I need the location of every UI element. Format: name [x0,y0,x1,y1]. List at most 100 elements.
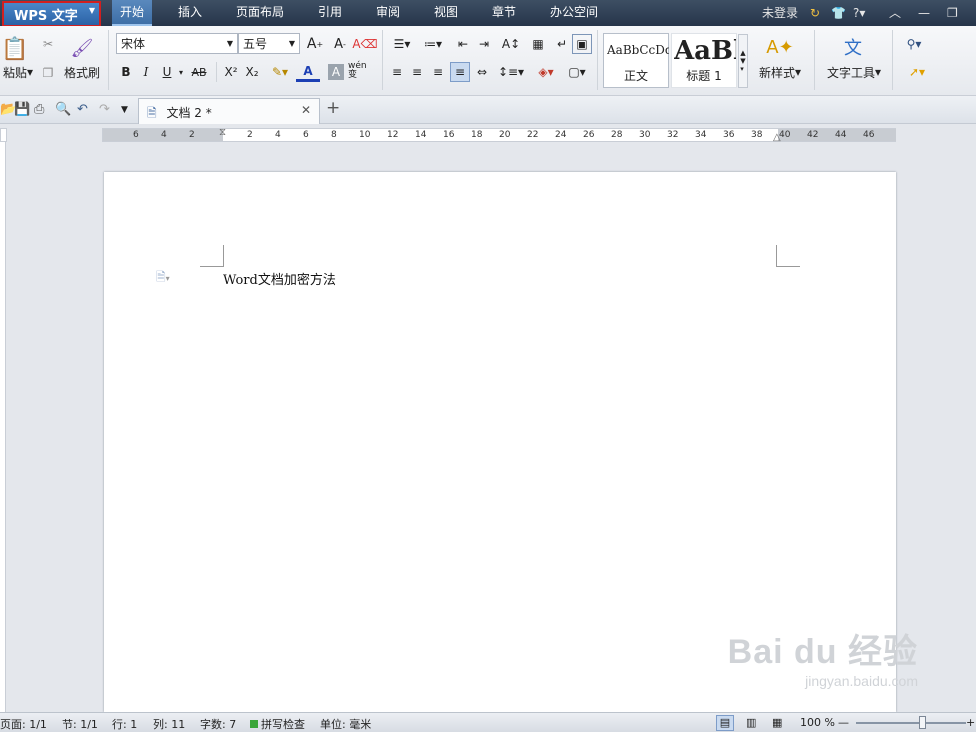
zoom-slider-track[interactable] [856,722,966,724]
table-icon[interactable]: ▦ [528,34,548,54]
help-button[interactable]: ?▾ [853,0,865,26]
font-size-select[interactable]: 五号 ▼ [238,33,300,54]
wps-app-button-label: WPS 文字 [14,9,78,24]
clear-format-icon[interactable]: A⌫ [352,34,377,54]
status-section: 节: 1/1 [62,718,98,731]
undo-icon[interactable]: ↶ [77,101,88,119]
line-spacing-icon[interactable]: ↕≡▾ [498,62,524,82]
close-icon[interactable]: ✕ [301,103,311,117]
web-view-icon[interactable]: ▦ [772,716,782,729]
text-tools-icon[interactable]: 文 [838,33,868,61]
page-view-icon[interactable]: ▤ [716,715,734,731]
shading-icon[interactable]: ◈▾ [532,62,560,82]
right-indent-marker[interactable]: △ [773,132,781,143]
wps-app-button[interactable]: WPS 文字 ▼ [2,1,101,27]
shrink-font-icon[interactable]: A- [330,34,350,54]
italic-button[interactable]: I [137,62,155,82]
find-binoculars-icon[interactable]: ⚲▾ [898,34,930,54]
zoom-level[interactable]: 100 % [800,716,835,729]
bold-button[interactable]: B [117,62,135,82]
paragraph-handle-icon[interactable]: 🗎▾ [156,268,170,289]
text-box-icon[interactable]: ▣ [572,34,592,54]
superscript-button[interactable]: X² [221,62,241,82]
paste-icon[interactable]: 📋 [0,34,30,64]
ruler-tick-label: 8 [331,130,337,140]
collapse-ribbon-icon[interactable]: ︿ [889,0,901,26]
font-name-value: 宋体 [121,37,146,51]
tab-office-space[interactable]: 办公空间 [542,0,606,26]
restore-icon[interactable]: ❐ [947,0,958,26]
redo-icon[interactable]: ↷ [99,101,110,119]
styles-scroll[interactable]: ▲ ▼ ▾ [738,34,748,88]
tab-page-layout[interactable]: 页面布局 [228,0,292,26]
increase-indent-icon[interactable]: ⇥ [474,34,494,54]
underline-button[interactable]: U [158,62,176,82]
minimize-icon[interactable]: — [918,0,930,26]
select-cursor-icon[interactable]: ➚▾ [902,62,932,82]
phonetic-guide-button[interactable]: wén 变 [348,60,374,82]
tab-chapter[interactable]: 章节 [484,0,524,26]
align-right-icon[interactable]: ≡ [429,62,447,82]
font-name-select[interactable]: 宋体 ▼ [116,33,238,54]
ruler-tick-label: 26 [583,130,595,140]
format-painter-icon[interactable]: 🖌 [68,34,96,62]
tab-review[interactable]: 审阅 [368,0,408,26]
zoom-slider-thumb[interactable] [919,716,926,729]
bullet-list-icon[interactable]: ☰▾ [388,34,416,54]
ruler-tick-label: 10 [359,130,371,140]
align-left-icon[interactable]: ≡ [388,62,406,82]
tab-home[interactable]: 开始 [112,0,153,26]
document-tab[interactable]: 🗎 文档 2 * ✕ [138,98,320,124]
zoom-out-button[interactable]: — [838,716,849,729]
zoom-in-button[interactable]: + [966,716,975,729]
login-link[interactable]: 未登录 [762,0,798,26]
customize-toolbar-icon[interactable]: ▼ [121,101,128,119]
style-heading1-label: 标题 1 [686,69,722,83]
skin-shirt-icon[interactable]: 👕 [831,0,846,26]
spell-check-toggle[interactable]: 拼写检查 [250,716,305,732]
borders-icon[interactable]: ▢▾ [564,62,590,82]
tab-insert[interactable]: 插入 [170,0,210,26]
margin-corner-top-left [200,245,224,267]
document-body-text[interactable]: Word文档加密方法 [223,269,336,288]
text-tools-button[interactable]: 文字工具 ▾ [822,64,886,80]
font-color-button[interactable]: A [296,62,320,82]
highlight-icon[interactable]: ✎▾ [268,62,292,82]
underline-dropdown-icon[interactable]: ▾ [176,62,186,82]
new-tab-button[interactable]: + [326,99,340,117]
ruler-tick-label: 14 [415,130,427,140]
grow-font-icon[interactable]: A + [305,34,325,54]
vertical-ruler[interactable] [0,142,6,712]
status-word-count[interactable]: 字数: 7 [200,716,236,732]
style-heading1[interactable]: AaBl 标题 1 [671,33,737,88]
sync-icon[interactable]: ↻ [810,0,820,26]
new-style-button[interactable]: 新样式 ▾ [753,64,807,80]
ruler-tick-label: 46 [863,130,875,140]
print-icon[interactable]: ⎙ [34,101,44,119]
new-style-icon[interactable]: A✦ [765,33,795,61]
justify-icon[interactable]: ≡ [450,62,470,82]
align-center-icon[interactable]: ≡ [408,62,426,82]
subscript-button[interactable]: X₂ [242,62,262,82]
strikethrough-button[interactable]: AB [187,62,211,82]
copy-icon[interactable]: ❐ [38,63,58,83]
format-painter-button[interactable]: 格式刷 [60,64,104,80]
print-preview-icon[interactable]: 🔍 [55,101,71,119]
distribute-icon[interactable]: ⇔ [472,62,492,82]
decrease-indent-icon[interactable]: ⇤ [453,34,473,54]
first-line-indent-marker[interactable]: ⧖ [219,127,226,138]
font-size-value: 五号 [243,37,268,51]
show-marks-icon[interactable]: ↵ [552,34,572,54]
style-normal[interactable]: AaBbCcDd 正文 [603,33,669,88]
char-shading-button[interactable]: A [328,64,344,80]
cut-icon[interactable]: ✂ [38,34,58,54]
tab-view[interactable]: 视图 [426,0,466,26]
paste-button[interactable]: 粘贴 ▾ [0,64,36,80]
tab-references[interactable]: 引用 [310,0,350,26]
text-direction-icon[interactable]: A↕ [498,34,524,54]
outline-view-icon[interactable]: ▥ [746,716,756,729]
numbered-list-icon[interactable]: ≔▾ [419,34,447,54]
status-column: 列: 11 [153,718,186,731]
horizontal-ruler[interactable]: 642 2 4 6 8 10 12 14 16 18 20 22 24 26 28 30 32 34 36 38 40… [102,127,896,143]
save-icon[interactable]: 💾 [14,101,30,119]
